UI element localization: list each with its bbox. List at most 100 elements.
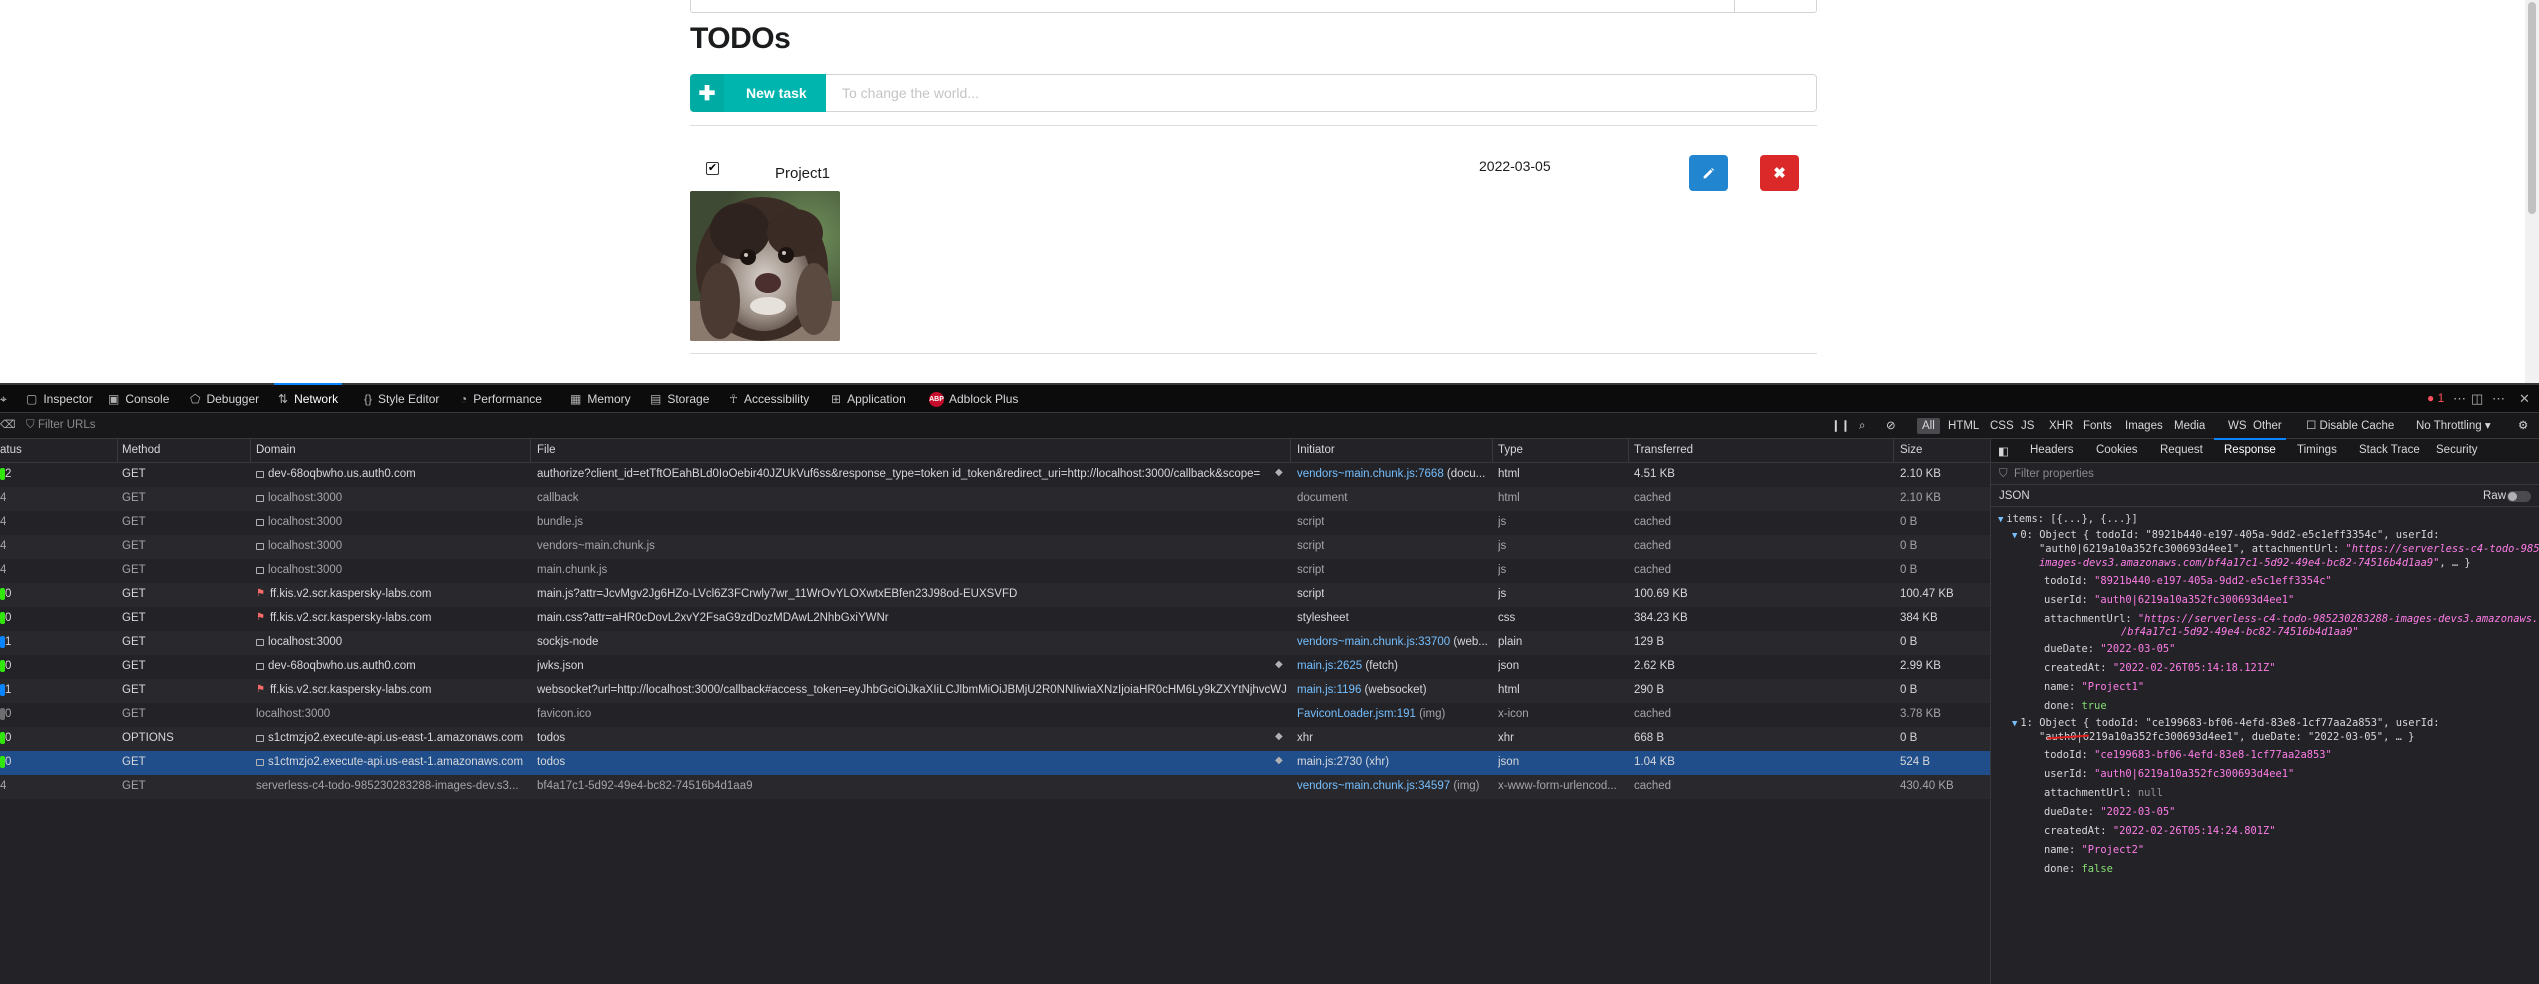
table-row[interactable]: 4 GET localhost:3000 main.chunk.js scrip… bbox=[0, 559, 1990, 583]
tab-network[interactable]: ⇅ Network bbox=[273, 383, 343, 413]
request-file: sockjs-node bbox=[537, 636, 599, 648]
tab-adblock-plus[interactable]: ABP Adblock Plus bbox=[929, 385, 1018, 413]
col-initiator[interactable]: Initiator bbox=[1297, 444, 1335, 456]
request-type: json bbox=[1498, 756, 1520, 768]
task-due-date: 2022-03-05 bbox=[1479, 158, 1551, 174]
request-initiator[interactable]: FaviconLoader.jsm:191 bbox=[1297, 708, 1416, 720]
tab-request[interactable]: Request bbox=[2160, 444, 2203, 456]
more-options-icon[interactable]: ⋯ bbox=[2453, 391, 2466, 407]
tab-debugger[interactable]: ⬠ Debugger bbox=[190, 385, 259, 413]
request-size: 0 B bbox=[1900, 732, 1918, 744]
filter-properties-input[interactable]: Filter properties bbox=[2014, 468, 2094, 480]
tab-inspector[interactable]: ▢ Inspector bbox=[26, 385, 93, 413]
json-key: todoId: bbox=[2044, 749, 2088, 761]
dock-icon[interactable]: ◫ bbox=[2471, 391, 2483, 407]
request-file: favicon.ico bbox=[537, 708, 592, 720]
tab-cookies[interactable]: Cookies bbox=[2096, 444, 2138, 456]
col-method[interactable]: Method bbox=[122, 444, 160, 456]
trash-icon[interactable]: ⌫ bbox=[0, 418, 16, 431]
task-done-checkbox[interactable]: ✔ bbox=[706, 162, 719, 175]
col-status[interactable]: atus bbox=[0, 444, 22, 456]
request-type: js bbox=[1498, 516, 1507, 528]
items-node[interactable]: ▼ items: [{...}, {...}] bbox=[1998, 513, 2138, 525]
filter-type-other[interactable]: Other bbox=[2248, 418, 2287, 434]
filter-type-html[interactable]: HTML bbox=[1943, 418, 1984, 434]
filter-type-media[interactable]: Media bbox=[2169, 418, 2210, 434]
col-domain[interactable]: Domain bbox=[256, 444, 296, 456]
table-row[interactable]: 0 GET localhost:3000 favicon.ico Favicon… bbox=[0, 703, 1990, 727]
tab-stack-trace[interactable]: Stack Trace bbox=[2359, 444, 2420, 456]
request-size: 3.78 KB bbox=[1900, 708, 1941, 720]
request-initiator: document bbox=[1297, 492, 1348, 504]
col-file[interactable]: File bbox=[537, 444, 556, 456]
tab-storage[interactable]: ▤ Storage bbox=[650, 385, 709, 413]
object-0-node[interactable]: ▼ 0: Object { todoId: "8921b440-e197-405a… bbox=[2012, 529, 2440, 541]
tab-performance[interactable]: ◔ Performance bbox=[460, 385, 542, 413]
request-initiator[interactable]: main.js:2625 bbox=[1297, 660, 1362, 672]
col-type[interactable]: Type bbox=[1498, 444, 1523, 456]
request-initiator[interactable]: main.js:1196 bbox=[1297, 684, 1361, 696]
pause-icon[interactable]: ❙❙ bbox=[1826, 418, 1855, 434]
tab-style-editor[interactable]: {} Style Editor bbox=[364, 385, 439, 413]
pick-element-icon[interactable]: ⌖ bbox=[0, 385, 7, 413]
tab-security[interactable]: Security bbox=[2436, 444, 2478, 456]
delete-task-button[interactable]: ✖ bbox=[1760, 155, 1799, 191]
request-domain: ff.kis.v2.scr.kaspersky-labs.com bbox=[270, 588, 432, 600]
search-icon[interactable]: ⌕ bbox=[1854, 418, 1870, 434]
table-row-selected[interactable]: 0 GET s1ctmzjo2.execute-api.us-east-1.am… bbox=[0, 751, 1990, 775]
object-1-node[interactable]: ▼ 1: Object { todoId: "ce199683-bf06-4efd… bbox=[2012, 717, 2440, 729]
app-page: TODOs ✚ New task ✔ Project1 2022-03-05 ✖ bbox=[0, 0, 2539, 383]
filter-type-css[interactable]: CSS bbox=[1985, 418, 2019, 434]
tab-response[interactable]: Response bbox=[2214, 438, 2286, 462]
table-row[interactable]: 2 GET dev-68oqbwho.us.auth0.com authoriz… bbox=[0, 463, 1990, 487]
request-method: GET bbox=[122, 684, 146, 696]
gear-icon[interactable]: ⚙ bbox=[2513, 418, 2533, 434]
table-row[interactable]: 1 GET ⚑ ff.kis.v2.scr.kaspersky-labs.com … bbox=[0, 679, 1990, 703]
request-domain: s1ctmzjo2.execute-api.us-east-1.amazonaw… bbox=[268, 756, 524, 768]
json-header: JSON Raw bbox=[1991, 485, 2539, 507]
tab-application[interactable]: ⊞ Application bbox=[831, 385, 906, 413]
edit-task-button[interactable] bbox=[1689, 155, 1728, 191]
filter-type-all[interactable]: All bbox=[1917, 418, 1940, 434]
filter-type-images[interactable]: Images bbox=[2120, 418, 2168, 434]
request-initiator[interactable]: vendors~main.chunk.js:7668 bbox=[1297, 468, 1444, 480]
disable-cache-checkbox[interactable]: ☐ Disable Cache bbox=[2301, 418, 2399, 434]
request-initiator[interactable]: vendors~main.chunk.js:33700 bbox=[1297, 636, 1450, 648]
tab-headers[interactable]: Headers bbox=[2030, 444, 2073, 456]
page-scrollbar[interactable] bbox=[2525, 0, 2539, 383]
block-icon[interactable]: ⊘ bbox=[1881, 418, 1901, 434]
request-initiator[interactable]: vendors~main.chunk.js:34597 bbox=[1297, 780, 1450, 792]
request-table-header: atus Method Domain File Initiator Type T… bbox=[0, 439, 1990, 463]
more-options-icon[interactable]: ⋯ bbox=[2492, 391, 2505, 407]
error-badge[interactable]: ● 1 bbox=[2427, 391, 2444, 405]
raw-toggle[interactable] bbox=[2507, 491, 2531, 502]
new-task-button[interactable]: ✚ New task bbox=[690, 74, 826, 112]
tab-memory[interactable]: ▦ Memory bbox=[570, 385, 631, 413]
table-row[interactable]: 0 OPTIONS s1ctmzjo2.execute-api.us-east-… bbox=[0, 727, 1990, 751]
table-row[interactable]: 0 GET ⚑ ff.kis.v2.scr.kaspersky-labs.com … bbox=[0, 607, 1990, 631]
toggle-sidebar-icon[interactable]: ◧ bbox=[1998, 444, 2009, 458]
filter-type-js[interactable]: JS bbox=[2016, 418, 2039, 434]
table-row[interactable]: 4 GET localhost:3000 callback document h… bbox=[0, 487, 1990, 511]
throttling-select[interactable]: No Throttling ▾ bbox=[2411, 418, 2496, 434]
table-row[interactable]: 4 GET localhost:3000 bundle.js script js… bbox=[0, 511, 1990, 535]
close-icon[interactable]: ✕ bbox=[2519, 391, 2530, 407]
filter-urls-input[interactable]: Filter URLs bbox=[38, 419, 96, 431]
filter-type-fonts[interactable]: Fonts bbox=[2078, 418, 2117, 434]
tab-console[interactable]: ▣ Console bbox=[108, 385, 169, 413]
col-transferred[interactable]: Transferred bbox=[1634, 444, 1693, 456]
tab-timings[interactable]: Timings bbox=[2297, 444, 2337, 456]
braces-icon: {} bbox=[364, 392, 373, 406]
table-row[interactable]: 0 GET dev-68oqbwho.us.auth0.com jwks.jso… bbox=[0, 655, 1990, 679]
table-row[interactable]: 4 GET serverless-c4-todo-985230283288-im… bbox=[0, 775, 1990, 799]
request-size: 2.10 KB bbox=[1900, 492, 1941, 504]
new-task-input[interactable] bbox=[826, 74, 1817, 112]
table-row[interactable]: 0 GET ⚑ ff.kis.v2.scr.kaspersky-labs.com … bbox=[0, 583, 1990, 607]
request-size: 524 B bbox=[1900, 756, 1931, 768]
table-row[interactable]: 1 GET localhost:3000 sockjs-node vendors… bbox=[0, 631, 1990, 655]
request-initiator[interactable]: main.js:2730 bbox=[1297, 756, 1362, 768]
col-size[interactable]: Size bbox=[1900, 444, 1922, 456]
tab-accessibility[interactable]: ☥ Accessibility bbox=[729, 385, 809, 413]
filter-type-xhr[interactable]: XHR bbox=[2044, 418, 2078, 434]
table-row[interactable]: 4 GET localhost:3000 vendors~main.chunk.… bbox=[0, 535, 1990, 559]
